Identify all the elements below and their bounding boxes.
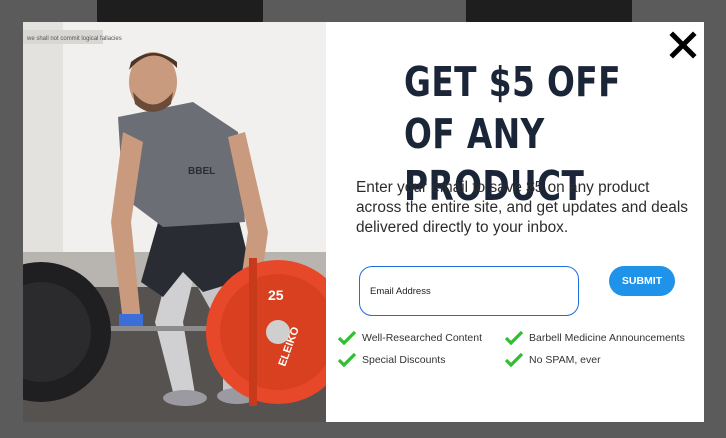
benefit-item: Barbell Medicine Announcements xyxy=(505,330,685,346)
benefit-label: No SPAM, ever xyxy=(529,354,601,366)
discount-popup: we shall not commit logical fallacies BB… xyxy=(23,22,704,422)
headline-line-2: OF ANY xyxy=(404,110,545,158)
shirt-logo-text: BBEL xyxy=(188,166,215,177)
checkmark-icon xyxy=(505,331,523,345)
close-button[interactable] xyxy=(668,30,698,60)
benefit-item: No SPAM, ever xyxy=(505,352,601,368)
background-product-image-right xyxy=(466,0,632,24)
benefit-item: Special Discounts xyxy=(338,352,445,368)
checkmark-icon xyxy=(505,353,523,367)
popup-description: Enter your email to save $5 on any produ… xyxy=(356,179,688,236)
checkmark-icon xyxy=(338,331,356,345)
benefit-label: Barbell Medicine Announcements xyxy=(529,332,685,344)
plate-weight-text: 25 xyxy=(268,287,284,303)
background-product-image-left xyxy=(97,0,263,24)
benefit-item: Well-Researched Content xyxy=(338,330,482,346)
checkmark-icon xyxy=(338,353,356,367)
athlete-deadlift-photo: we shall not commit logical fallacies BB… xyxy=(23,22,326,422)
benefit-label: Special Discounts xyxy=(362,354,446,366)
close-x-icon xyxy=(669,31,697,59)
email-input[interactable] xyxy=(359,266,579,316)
headline-line-1: GET $5 OFF xyxy=(404,58,621,106)
submit-button[interactable]: SUBMIT xyxy=(609,266,675,296)
wall-banner-text: we shall not commit logical fallacies xyxy=(26,36,122,42)
benefit-label: Well-Researched Content xyxy=(362,332,483,344)
